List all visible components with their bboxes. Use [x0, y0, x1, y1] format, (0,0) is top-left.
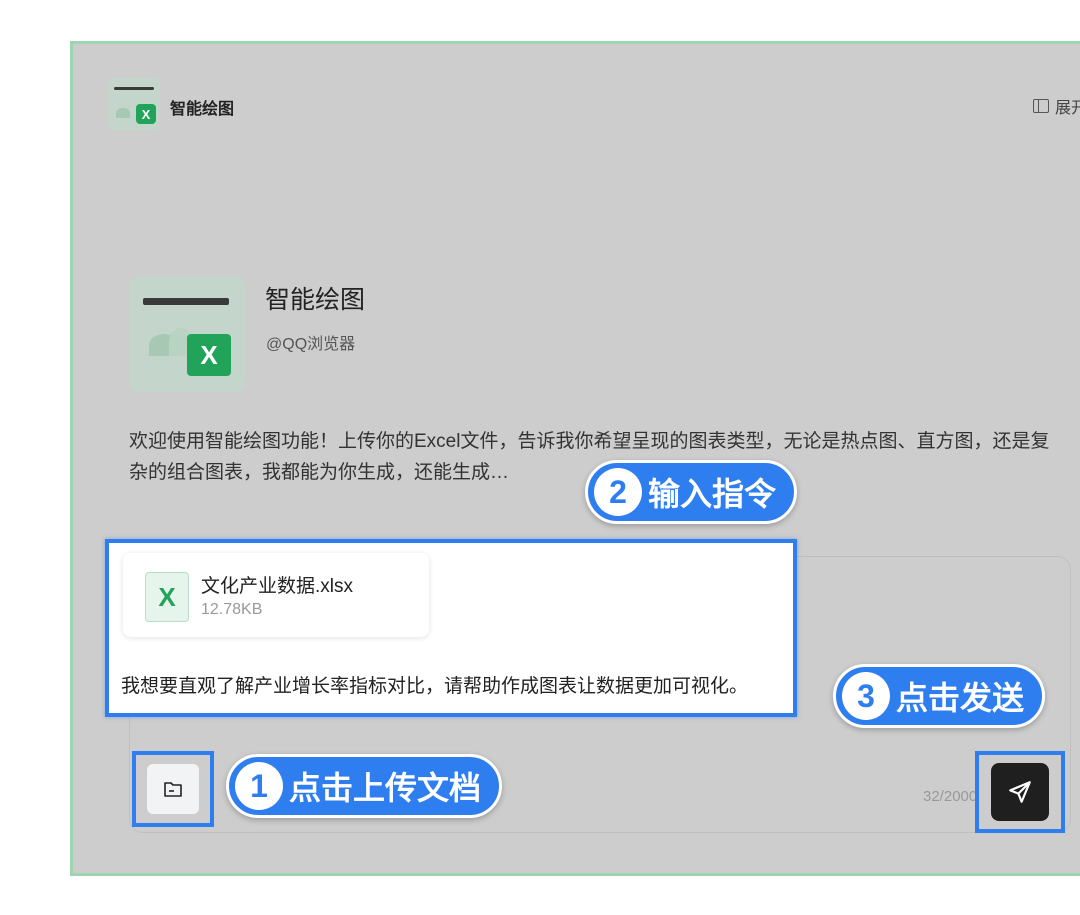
- header-logo-icon: X: [108, 78, 160, 130]
- message-input-box[interactable]: X 文化产业数据.xlsx 12.78KB 我想要直观了解产业增长率指标对比，请…: [105, 539, 797, 717]
- app-author: @QQ浏览器: [266, 336, 356, 353]
- callout-text: 点击上传文档: [289, 770, 482, 806]
- app-logo-icon: X: [129, 276, 245, 392]
- callout-number: 1: [235, 762, 283, 810]
- expand-label: 展开: [1054, 100, 1080, 117]
- attachment-name: 文化产业数据.xlsx: [201, 576, 354, 597]
- expand-button[interactable]: 展开: [1032, 94, 1080, 118]
- callout-number: 2: [594, 468, 642, 516]
- callout-text: 点击发送: [896, 680, 1025, 716]
- send-icon: [1009, 781, 1031, 803]
- callout-number: 3: [842, 672, 890, 720]
- app-name: 智能绘图: [265, 286, 366, 314]
- callout-upload: 1 点击上传文档: [226, 754, 503, 818]
- header-title: 智能绘图: [170, 101, 235, 118]
- folder-icon: [164, 782, 182, 797]
- message-text[interactable]: 我想要直观了解产业增长率指标对比，请帮助作成图表让数据更加可视化。: [121, 671, 748, 698]
- excel-file-icon: X: [145, 572, 189, 622]
- attachment-size: 12.78KB: [201, 601, 263, 618]
- app-frame: X 智能绘图 展开 X 智能绘图 @QQ浏览器 欢迎使用智能绘图功能！上传你的E…: [70, 41, 1080, 876]
- sidebar-expand-icon: [1032, 99, 1049, 113]
- callout-input: 2 输入指令: [585, 460, 798, 524]
- send-button[interactable]: [975, 751, 1065, 833]
- attachment-chip[interactable]: X 文化产业数据.xlsx 12.78KB: [123, 553, 429, 637]
- callout-text: 输入指令: [648, 476, 777, 512]
- callout-send: 3 点击发送: [833, 664, 1046, 728]
- upload-file-button[interactable]: [132, 751, 214, 827]
- char-counter: 32/2000: [923, 788, 978, 805]
